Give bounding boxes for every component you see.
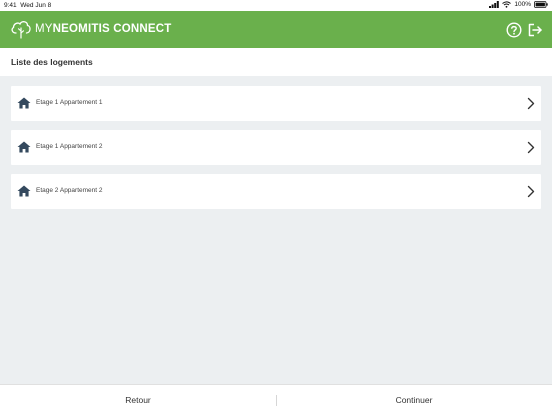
status-indicators: 100% (489, 1, 548, 8)
continue-button[interactable]: Continuer (276, 385, 552, 415)
wifi-icon (502, 1, 512, 8)
list-item[interactable]: Etage 1 Appartement 1 (11, 86, 541, 121)
list-item[interactable]: Etage 2 Appartement 2 (11, 174, 541, 209)
list-item[interactable]: Etage 1 Appartement 2 (11, 130, 541, 165)
home-icon (17, 141, 31, 153)
page-title-bar: Liste des logements (0, 48, 552, 76)
help-circle-icon (506, 22, 522, 38)
status-time-date: 9:41 Wed Jun 8 (4, 2, 51, 9)
logo-prefix: MY (35, 23, 53, 35)
signal-icon (489, 1, 500, 8)
app-logo: MYNEOMITIS CONNECT (10, 19, 172, 39)
logout-icon (528, 23, 542, 37)
bottom-action-bar: Retour Continuer (0, 384, 552, 415)
status-bar: 9:41 Wed Jun 8 100% (0, 0, 552, 11)
chevron-right-icon (527, 97, 535, 110)
page-title: Liste des logements (11, 57, 93, 67)
logo-brand: NEOMITIS CONNECT (52, 23, 172, 35)
app-header: MYNEOMITIS CONNECT (0, 11, 552, 48)
status-date: Wed Jun 8 (20, 2, 52, 9)
list-item-label: Etage 1 Appartement 2 (36, 143, 103, 150)
battery-icon (534, 1, 548, 8)
help-button[interactable] (506, 22, 522, 38)
chevron-right-icon (527, 141, 535, 154)
back-button[interactable]: Retour (0, 385, 276, 415)
list-item-label: Etage 2 Appartement 2 (36, 187, 103, 194)
status-time: 9:41 (4, 2, 17, 9)
cloud-plant-icon (11, 21, 31, 39)
app-logo-text: MYNEOMITIS CONNECT (35, 23, 172, 35)
battery-percent: 100% (514, 1, 531, 8)
housing-list: Etage 1 Appartement 1 Etage 1 Appartemen… (11, 86, 541, 218)
home-icon (17, 185, 31, 197)
logout-button[interactable] (527, 22, 543, 38)
home-icon (17, 97, 31, 109)
list-item-label: Etage 1 Appartement 1 (36, 99, 103, 106)
chevron-right-icon (527, 185, 535, 198)
